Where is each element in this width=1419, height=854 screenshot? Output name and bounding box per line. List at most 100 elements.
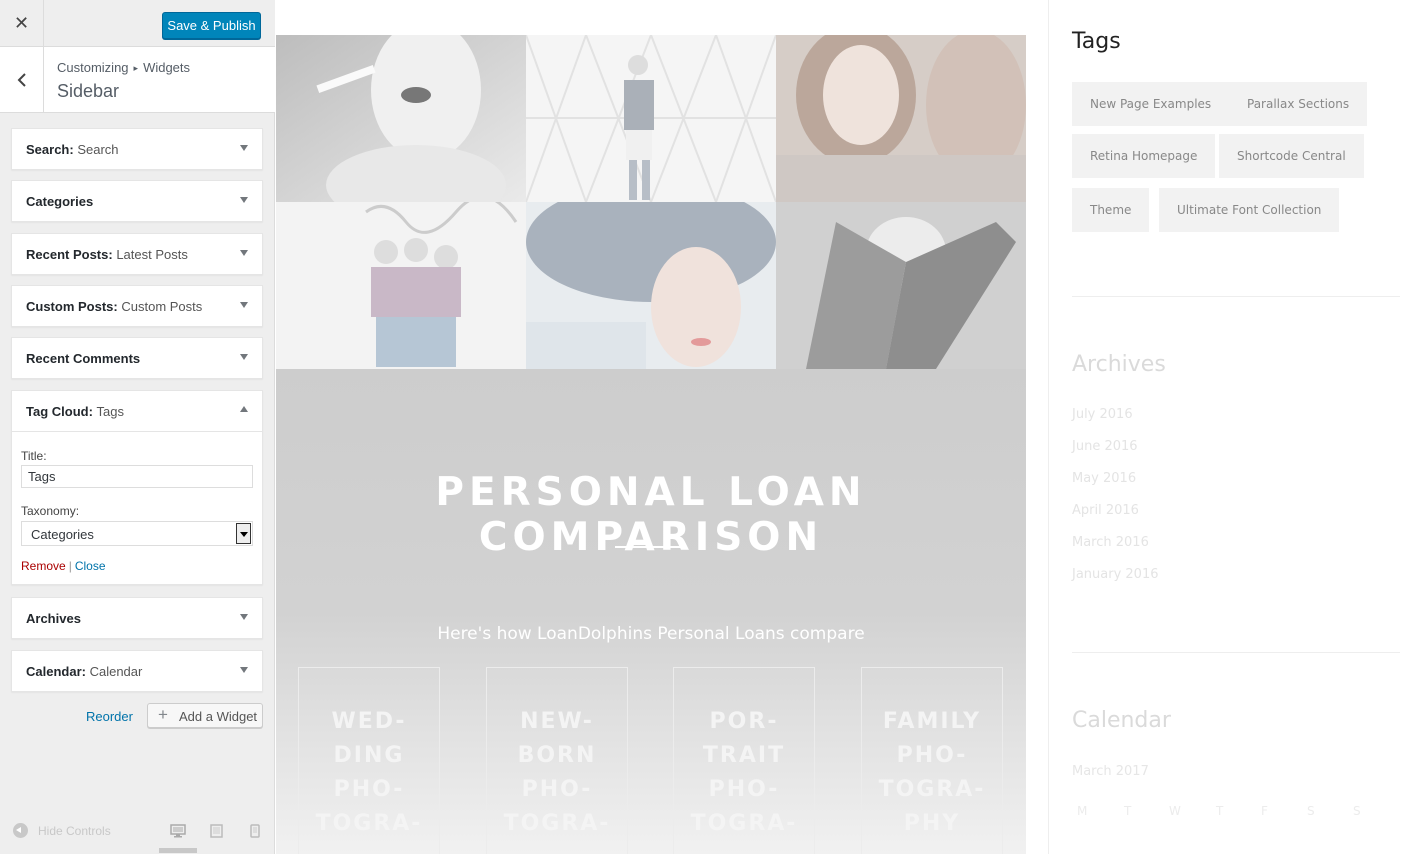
- widget-recent-comments[interactable]: Recent Comments: [11, 337, 263, 379]
- hide-controls-button[interactable]: Hide Controls: [13, 823, 111, 838]
- service-card[interactable]: WED- DING PHO- TOGRA-: [298, 667, 440, 854]
- tag-cloud-form: Title: Taxonomy: Categories Remove|Close: [12, 431, 262, 584]
- title-input[interactable]: [21, 465, 253, 488]
- widget-header[interactable]: Search: Search: [12, 129, 262, 169]
- tag-link[interactable]: Parallax Sections: [1229, 82, 1368, 126]
- expand-arrow-icon[interactable]: [240, 614, 248, 620]
- archive-link[interactable]: January 2016: [1072, 567, 1159, 582]
- desktop-icon[interactable]: [170, 824, 186, 838]
- hide-controls-label: Hide Controls: [38, 823, 111, 838]
- widget-archives[interactable]: Archives: [11, 597, 263, 639]
- widget-header[interactable]: Calendar: Calendar: [12, 651, 262, 691]
- taxonomy-select[interactable]: Categories: [21, 521, 253, 546]
- archive-link[interactable]: April 2016: [1072, 503, 1139, 518]
- customizer-panel: ✕ Save & Publish Customizing ▸ Widgets Sid…: [0, 0, 275, 854]
- tag-link[interactable]: New Page Examples: [1072, 82, 1230, 126]
- widget-divider: [1072, 296, 1400, 297]
- expand-arrow-icon[interactable]: [240, 197, 248, 203]
- active-device-indicator: [159, 848, 197, 853]
- widget-title: Calendar: Calendar: [26, 664, 143, 679]
- gallery-photo[interactable]: [276, 202, 526, 369]
- loan-comparison-section: PERSONAL LOAN COMPARISON Here's how Loan…: [276, 369, 1026, 854]
- taxonomy-selected-value: Categories: [31, 527, 94, 542]
- archive-link[interactable]: March 2016: [1072, 535, 1149, 550]
- tag-link[interactable]: Ultimate Font Collection: [1159, 188, 1340, 232]
- plus-icon: +: [158, 705, 168, 724]
- service-card[interactable]: FAMILY PHO- TOGRA- PHY: [861, 667, 1003, 854]
- widget-divider: [1072, 652, 1400, 653]
- widget-title: Custom Posts: Custom Posts: [26, 299, 203, 314]
- archive-link[interactable]: May 2016: [1072, 471, 1136, 486]
- widget-header[interactable]: Archives: [12, 598, 262, 638]
- section-title: Sidebar: [57, 81, 120, 101]
- widget-header[interactable]: Custom Posts: Custom Posts: [12, 286, 262, 326]
- close-icon: ✕: [13, 12, 30, 33]
- widget-tag-cloud[interactable]: Tag Cloud: Tags Title: Taxonomy: Categor…: [11, 390, 263, 585]
- link-separator: |: [68, 559, 72, 573]
- widget-title: Archives: [26, 611, 81, 626]
- preview-main-column: PERSONAL LOAN COMPARISON Here's how Loan…: [276, 35, 1026, 854]
- expand-arrow-icon[interactable]: [240, 302, 248, 308]
- photo-gallery: [276, 35, 1026, 369]
- tablet-icon[interactable]: [210, 824, 223, 838]
- widget-recent-posts[interactable]: Recent Posts: Latest Posts: [11, 233, 263, 275]
- chevron-left-icon: [17, 72, 26, 87]
- heading-divider: [615, 546, 687, 548]
- widget-header[interactable]: Categories: [12, 181, 262, 221]
- tag-link[interactable]: Shortcode Central: [1219, 134, 1364, 178]
- tag-link[interactable]: Theme: [1072, 188, 1150, 232]
- reorder-link[interactable]: Reorder: [86, 709, 133, 724]
- widget-title: Recent Comments: [26, 351, 141, 366]
- calendar-weekday: S: [1353, 804, 1361, 818]
- widget-form-actions: Remove | Close: [21, 559, 106, 573]
- widget-calendar[interactable]: Calendar: Calendar: [11, 650, 263, 692]
- gallery-photo[interactable]: [776, 202, 1026, 369]
- remove-widget-link[interactable]: Remove: [21, 559, 66, 573]
- gallery-photo[interactable]: [276, 35, 526, 202]
- widget-search[interactable]: Search: Search: [11, 128, 263, 170]
- widget-title: Categories: [26, 194, 94, 209]
- customizer-footer: Hide Controls: [0, 812, 275, 854]
- gallery-photo[interactable]: [526, 202, 776, 369]
- tags-widget-heading: Tags: [1072, 29, 1121, 54]
- widget-header[interactable]: Tag Cloud: Tags: [12, 391, 262, 431]
- collapse-arrow-icon[interactable]: [240, 406, 248, 412]
- expand-arrow-icon[interactable]: [240, 145, 248, 151]
- close-widget-link[interactable]: Close: [75, 559, 106, 573]
- add-widget-button[interactable]: + Add a Widget: [147, 703, 263, 728]
- calendar-weekday: F: [1261, 804, 1268, 818]
- save-publish-button[interactable]: Save & Publish: [162, 12, 261, 39]
- close-customizer-button[interactable]: ✕: [0, 0, 44, 46]
- section-header: Customizing ▸ Widgets Sidebar: [0, 47, 275, 113]
- calendar-weekday: W: [1169, 804, 1181, 818]
- archive-link[interactable]: July 2016: [1072, 407, 1133, 422]
- calendar-weekday: T: [1216, 804, 1224, 818]
- back-button[interactable]: [0, 47, 44, 112]
- calendar-widget-heading: Calendar: [1072, 708, 1171, 733]
- widget-title: Tag Cloud: Tags: [26, 404, 125, 419]
- widget-categories[interactable]: Categories: [11, 180, 263, 222]
- service-card[interactable]: NEW- BORN PHO- TOGRA-: [486, 667, 628, 854]
- calendar-weekday: T: [1124, 804, 1132, 818]
- widget-custom-posts[interactable]: Custom Posts: Custom Posts: [11, 285, 263, 327]
- widget-title: Search: Search: [26, 142, 119, 157]
- add-widget-label: Add a Widget: [179, 709, 258, 724]
- site-preview: PERSONAL LOAN COMPARISON Here's how Loan…: [276, 0, 1419, 854]
- mobile-icon[interactable]: [250, 824, 260, 838]
- expand-arrow-icon[interactable]: [240, 354, 248, 360]
- service-card[interactable]: POR- TRAIT PHO- TOGRA-: [673, 667, 815, 854]
- customizer-header: ✕ Save & Publish: [0, 0, 275, 47]
- widget-header[interactable]: Recent Posts: Latest Posts: [12, 234, 262, 274]
- expand-arrow-icon[interactable]: [240, 250, 248, 256]
- gallery-photo[interactable]: [526, 35, 776, 202]
- tag-link[interactable]: Retina Homepage: [1072, 134, 1216, 178]
- widget-header[interactable]: Recent Comments: [12, 338, 262, 378]
- preview-sidebar: Tags New Page Examples Parallax Sections…: [1048, 0, 1419, 854]
- expand-arrow-icon[interactable]: [240, 667, 248, 673]
- calendar-weekday: S: [1307, 804, 1315, 818]
- title-label: Title:: [21, 449, 47, 463]
- gallery-photo[interactable]: [776, 35, 1026, 202]
- dropdown-arrow-icon[interactable]: [236, 523, 251, 544]
- archive-link[interactable]: June 2016: [1072, 439, 1138, 454]
- breadcrumb-child: Widgets: [143, 60, 191, 75]
